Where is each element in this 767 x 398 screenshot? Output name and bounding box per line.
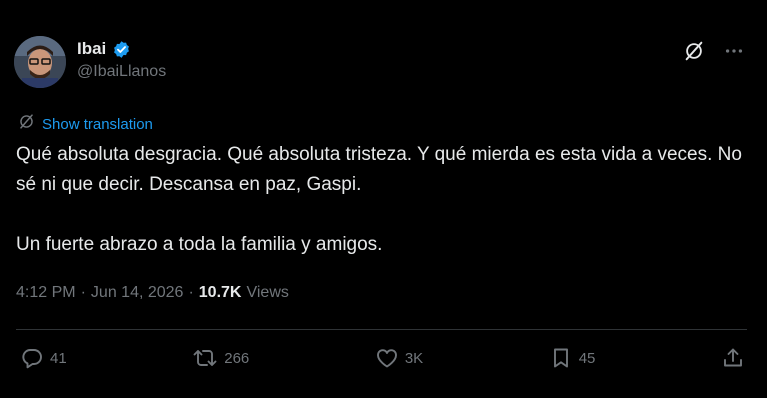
repost-count: 266: [224, 349, 250, 367]
tweet-text: Qué absoluta desgracia. Qué absoluta tri…: [16, 140, 756, 260]
heart-icon: [375, 346, 399, 370]
author-name[interactable]: Ibai: [77, 39, 106, 59]
reply-count: 41: [50, 349, 67, 367]
more-dots-icon[interactable]: [723, 40, 745, 62]
verified-badge-icon: [112, 40, 131, 59]
meta-separator: ·: [80, 284, 86, 301]
share-button[interactable]: [721, 346, 745, 370]
bookmark-count: 45: [578, 349, 596, 367]
reply-button[interactable]: 41: [20, 346, 67, 370]
divider: [16, 329, 747, 330]
grok-icon[interactable]: [683, 40, 705, 62]
tweet: Ibai @IbaiLlanos Show translation Qué ab…: [0, 0, 767, 398]
tweet-paragraph-2: Un fuerte abrazo a toda la familia y ami…: [16, 234, 383, 255]
tweet-paragraph-1: Qué absoluta desgracia. Qué absoluta tri…: [16, 144, 742, 195]
avatar-image: [14, 36, 66, 88]
like-count: 3K: [404, 349, 424, 367]
author-handle[interactable]: @IbaiLlanos: [77, 63, 166, 81]
repost-icon: [192, 346, 218, 370]
reply-icon: [20, 346, 44, 370]
bookmark-icon: [549, 346, 573, 370]
show-translation-link[interactable]: Show translation: [42, 116, 153, 133]
translate-row[interactable]: Show translation: [17, 112, 153, 136]
like-button[interactable]: 3K: [375, 346, 423, 370]
tweet-date[interactable]: Jun 14, 2026: [91, 284, 184, 302]
meta-separator: ·: [188, 284, 194, 301]
bookmark-button[interactable]: 45: [549, 346, 596, 370]
tweet-meta: 4:12 PM · Jun 14, 2026 · 10.7K Views: [16, 284, 289, 302]
action-bar: 41 266 3K 45: [20, 346, 745, 370]
views-label: Views: [246, 284, 289, 301]
top-actions: [683, 40, 745, 62]
avatar[interactable]: [14, 36, 66, 88]
tweet-time[interactable]: 4:12 PM: [16, 284, 76, 302]
translate-icon: [17, 112, 36, 136]
views-count: 10.7K: [198, 284, 242, 301]
repost-button[interactable]: 266: [192, 346, 249, 370]
author-block: Ibai @IbaiLlanos: [77, 38, 166, 81]
share-icon: [721, 346, 745, 370]
